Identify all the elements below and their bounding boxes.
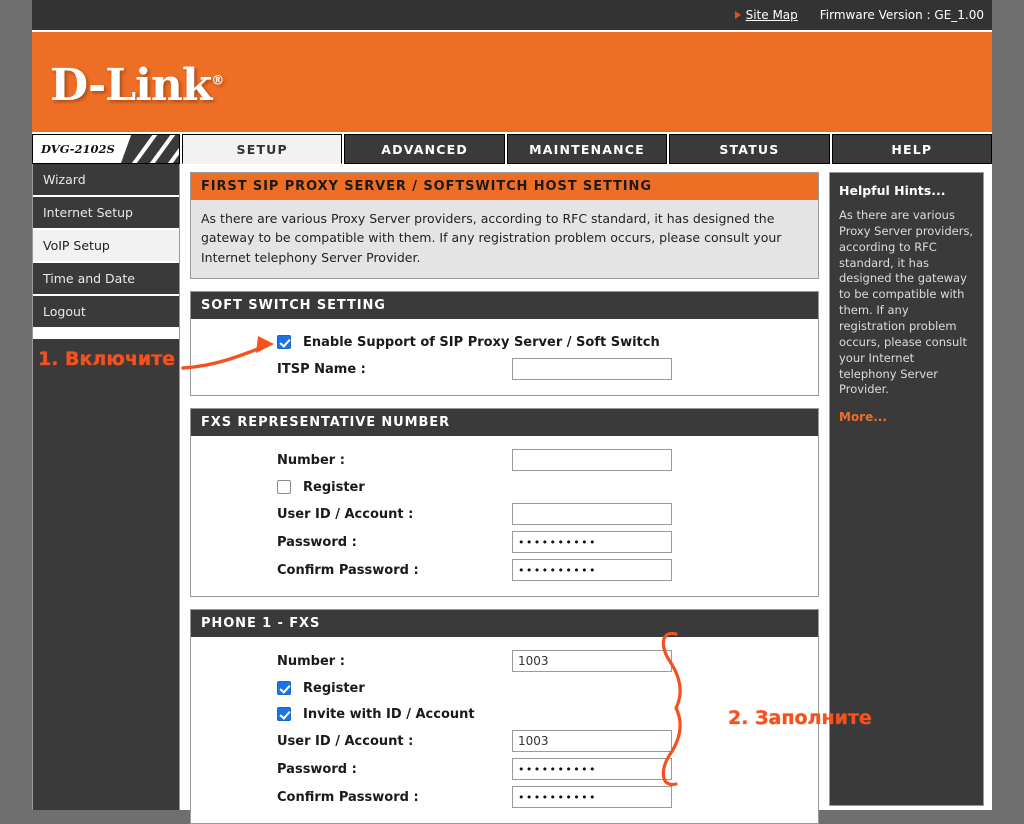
site-map-label: Site Map — [745, 8, 798, 22]
helpful-hints-panel: Helpful Hints... As there are various Pr… — [829, 172, 984, 806]
phone1-invite-checkbox[interactable] — [277, 707, 291, 722]
tab-help-label: HELP — [891, 141, 933, 157]
fxs-confirm-password-label: Confirm Password : — [277, 562, 419, 578]
tab-maintenance-label: MAINTENANCE — [529, 141, 645, 157]
sidebar-item-label: VoIP Setup — [43, 238, 110, 253]
phone1-confirm-password-input[interactable] — [512, 786, 672, 809]
phone1-fxs-header: PHONE 1 - FXS — [191, 610, 818, 638]
slash-decoration — [121, 135, 179, 163]
soft-switch-panel: SOFT SWITCH SETTING Enable Support of SI… — [190, 291, 819, 397]
fxs-password-label: Password : — [277, 534, 357, 550]
main-nav: DVG-2102S SETUP ADVANCED MAINTENANCE STA… — [32, 134, 993, 164]
soft-switch-header: SOFT SWITCH SETTING — [191, 292, 818, 320]
helpful-hints-title: Helpful Hints... — [839, 183, 946, 198]
sidebar-filler — [33, 339, 179, 810]
model-badge: DVG-2102S — [32, 134, 180, 164]
sidebar-item-time-and-date[interactable]: Time and Date — [33, 263, 179, 296]
phone1-userid-label: User ID / Account : — [277, 733, 414, 749]
logo-text: D-Link — [50, 60, 212, 111]
fxs-password-row: Password : — [191, 528, 818, 556]
fxs-number-input[interactable] — [512, 449, 672, 472]
itsp-name-label: ITSP Name : — [277, 361, 366, 377]
tab-advanced-label: ADVANCED — [381, 141, 468, 157]
body-area: Wizard Internet Setup VoIP Setup Time an… — [32, 164, 992, 824]
phone1-invite-row: Invite with ID / Account — [191, 701, 818, 727]
fxs-number-label: Number : — [277, 452, 345, 468]
sidebar-item-voip-setup[interactable]: VoIP Setup — [33, 230, 179, 263]
phone1-password-row: Password : — [191, 755, 818, 783]
fxs-password-input[interactable] — [512, 531, 672, 554]
tab-status-label: STATUS — [719, 141, 780, 157]
phone1-register-row: Register — [191, 675, 818, 701]
fxs-register-row: Register — [191, 474, 818, 500]
phone1-confirm-password-row: Confirm Password : — [191, 783, 818, 811]
fxs-register-checkbox[interactable] — [277, 480, 291, 495]
enable-sip-proxy-label: Enable Support of SIP Proxy Server / Sof… — [303, 334, 660, 350]
tab-status[interactable]: STATUS — [669, 134, 830, 164]
fxs-userid-input[interactable] — [512, 503, 672, 526]
helpful-hints-text: As there are various Proxy Server provid… — [839, 208, 974, 397]
main-content: FIRST SIP PROXY SERVER / SOFTSWITCH HOST… — [180, 164, 829, 824]
site-map-link[interactable]: Site Map — [734, 8, 798, 22]
phone1-confirm-password-label: Confirm Password : — [277, 789, 419, 805]
brand-banner: D-Link® — [32, 30, 992, 134]
sidebar-item-label: Internet Setup — [43, 205, 133, 220]
tab-advanced[interactable]: ADVANCED — [344, 134, 505, 164]
sidebar-item-logout[interactable]: Logout — [33, 296, 179, 329]
phone1-userid-input[interactable] — [512, 730, 672, 753]
tab-help[interactable]: HELP — [831, 134, 993, 164]
sidebar: Wizard Internet Setup VoIP Setup Time an… — [32, 164, 180, 810]
phone1-password-label: Password : — [277, 761, 357, 777]
fxs-userid-row: User ID / Account : — [191, 500, 818, 528]
sidebar-item-label: Wizard — [43, 172, 86, 187]
itsp-name-row: ITSP Name : — [191, 355, 818, 383]
tab-setup-label: SETUP — [236, 141, 288, 157]
fxs-confirm-password-row: Confirm Password : — [191, 556, 818, 584]
enable-sip-proxy-checkbox[interactable] — [277, 335, 291, 350]
sidebar-item-label: Time and Date — [43, 271, 135, 286]
tab-setup[interactable]: SETUP — [182, 134, 343, 164]
top-utility-bar: Site Map Firmware Version : GE_1.00 — [32, 0, 992, 30]
registered-mark: ® — [211, 73, 224, 89]
phone1-register-checkbox[interactable] — [277, 681, 291, 696]
tab-maintenance[interactable]: MAINTENANCE — [506, 134, 668, 164]
fxs-register-label: Register — [303, 479, 365, 495]
sidebar-item-wizard[interactable]: Wizard — [33, 164, 179, 197]
phone1-number-row: Number : — [191, 647, 818, 675]
fxs-representative-header: FXS REPRESENTATIVE NUMBER — [191, 409, 818, 437]
helpful-hints-more-link[interactable]: More... — [839, 410, 974, 424]
fxs-representative-panel: FXS REPRESENTATIVE NUMBER Number : Regis… — [190, 408, 819, 598]
router-admin-page: Site Map Firmware Version : GE_1.00 D-Li… — [32, 0, 993, 824]
sip-proxy-intro-panel: FIRST SIP PROXY SERVER / SOFTSWITCH HOST… — [190, 172, 819, 280]
page-title: FIRST SIP PROXY SERVER / SOFTSWITCH HOST… — [191, 173, 818, 200]
fxs-confirm-password-input[interactable] — [512, 559, 672, 582]
phone1-invite-label: Invite with ID / Account — [303, 706, 475, 722]
sidebar-item-internet-setup[interactable]: Internet Setup — [33, 197, 179, 230]
fxs-number-row: Number : — [191, 446, 818, 474]
dlink-logo: D-Link® — [50, 60, 224, 111]
triangle-right-icon — [734, 11, 741, 19]
phone1-number-label: Number : — [277, 653, 345, 669]
phone1-userid-row: User ID / Account : — [191, 727, 818, 755]
model-name: DVG-2102S — [41, 142, 115, 156]
phone1-fxs-panel: PHONE 1 - FXS Number : Register Invite w… — [190, 609, 819, 824]
phone1-number-input[interactable] — [512, 650, 672, 673]
firmware-version: Firmware Version : GE_1.00 — [819, 8, 984, 22]
phone1-password-input[interactable] — [512, 758, 672, 781]
phone1-register-label: Register — [303, 680, 365, 696]
sidebar-item-label: Logout — [43, 304, 86, 319]
page-description: As there are various Proxy Server provid… — [191, 200, 818, 279]
enable-sip-proxy-row: Enable Support of SIP Proxy Server / Sof… — [191, 329, 818, 355]
itsp-name-input[interactable] — [512, 358, 672, 381]
fxs-userid-label: User ID / Account : — [277, 506, 414, 522]
